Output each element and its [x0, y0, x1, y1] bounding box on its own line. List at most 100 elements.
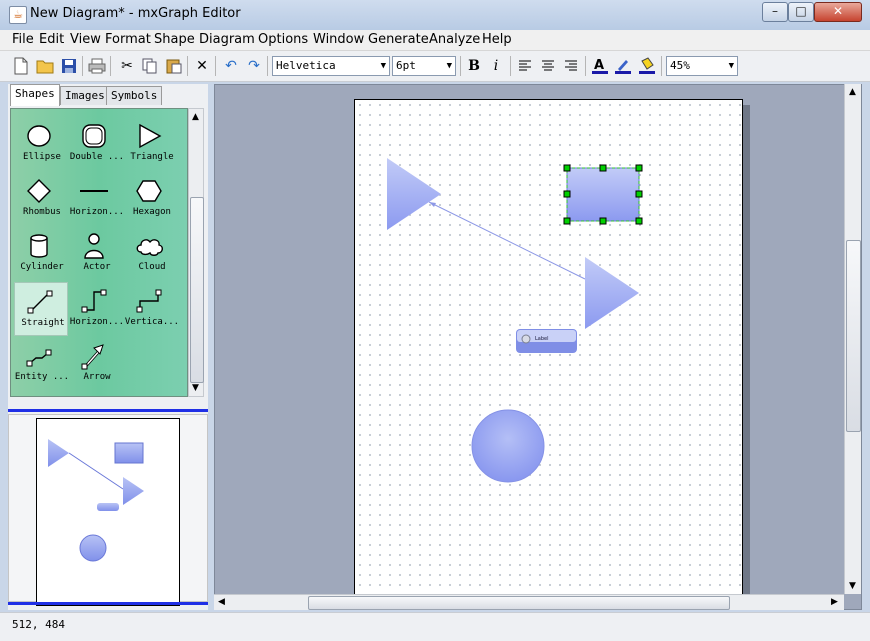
palette-straight[interactable]: Straight — [14, 282, 68, 336]
font-family-value: Helvetica — [276, 59, 336, 72]
diagram-canvas[interactable]: Label — [214, 84, 862, 610]
palette-cylinder[interactable]: Cylinder — [14, 227, 66, 279]
toolbar-separator — [187, 56, 188, 76]
undo-icon[interactable]: ↶ — [220, 55, 242, 77]
redo-icon[interactable]: ↷ — [243, 55, 265, 77]
palette-ellipse[interactable]: Ellipse — [14, 117, 66, 169]
menu-help[interactable]: Help — [482, 32, 512, 47]
connector-edge[interactable] — [428, 201, 586, 280]
canvas-horizontal-scrollbar[interactable]: ◀ ▶ — [214, 594, 844, 610]
zoom-combo[interactable]: 45% ▼ — [666, 56, 738, 76]
triangle-icon — [139, 123, 162, 149]
cylinder-icon — [30, 234, 48, 258]
font-color-icon[interactable]: A — [589, 55, 611, 77]
palette-label: Horizon... — [69, 317, 125, 327]
label-shape[interactable]: Label — [516, 329, 577, 353]
menu-generate[interactable]: Generate — [368, 32, 429, 47]
palette-label: Triangle — [130, 152, 174, 162]
palette-scrollbar[interactable]: ▲ ▼ — [188, 108, 204, 397]
maximize-button[interactable]: □ — [788, 2, 814, 22]
palette-horizontal-line[interactable]: Horizon... — [69, 172, 124, 224]
title-bar: ☕ New Diagram* - mxGraph Editor – □ ✕ — [0, 0, 870, 31]
palette-double-ellipse[interactable]: Double ... — [69, 117, 124, 169]
outline-panel[interactable] — [8, 414, 208, 606]
triangle-shape[interactable] — [387, 158, 441, 230]
palette-actor[interactable]: Actor — [69, 227, 121, 279]
align-center-icon[interactable] — [537, 55, 559, 77]
save-icon[interactable] — [58, 55, 80, 77]
palette-cloud[interactable]: Cloud — [124, 227, 176, 279]
align-left-icon[interactable] — [514, 55, 536, 77]
menu-options[interactable]: Options — [258, 32, 308, 47]
close-button[interactable]: ✕ — [814, 2, 862, 22]
gear-icon — [521, 334, 531, 344]
palette-rhombus[interactable]: Rhombus — [14, 172, 66, 224]
italic-button[interactable]: i — [485, 55, 507, 77]
vertical-scroll-thumb[interactable] — [846, 240, 861, 432]
font-size-combo[interactable]: 6pt ▼ — [392, 56, 456, 76]
ellipse-icon — [27, 125, 51, 147]
palette-label: Ellipse — [23, 152, 61, 162]
scroll-right-icon[interactable]: ▶ — [831, 597, 838, 607]
toolbar-separator — [110, 56, 111, 76]
toolbar-separator — [82, 56, 83, 76]
menu-format[interactable]: Format — [105, 32, 151, 47]
copy-icon[interactable] — [139, 55, 161, 77]
menu-file[interactable]: File — [12, 32, 34, 47]
paste-icon[interactable] — [163, 55, 185, 77]
horizontal-scroll-thumb[interactable] — [308, 596, 730, 610]
chevron-down-icon: ▼ — [446, 61, 452, 71]
print-icon[interactable] — [86, 55, 108, 77]
tab-images[interactable]: Images — [60, 86, 110, 105]
menu-diagram[interactable]: Diagram — [199, 32, 255, 47]
fill-color-icon[interactable] — [636, 55, 658, 77]
stroke-color-icon[interactable] — [612, 55, 634, 77]
palette-scroll-thumb[interactable] — [190, 197, 204, 383]
new-file-icon[interactable] — [10, 55, 32, 77]
menu-shape[interactable]: Shape — [154, 32, 195, 47]
palette-label: Straight — [21, 318, 65, 328]
menu-analyze[interactable]: Analyze — [429, 32, 480, 47]
toolbar: ✂ ✕ ↶ ↷ Helvetica ▼ 6pt ▼ B i A 45% ▼ — [0, 51, 870, 82]
double-ellipse-icon — [82, 124, 106, 148]
open-folder-icon[interactable] — [34, 55, 56, 77]
scroll-up-icon[interactable]: ▲ — [192, 112, 199, 122]
font-size-value: 6pt — [396, 59, 416, 72]
palette-hexagon[interactable]: Hexagon — [124, 172, 176, 224]
menu-edit[interactable]: Edit — [39, 32, 64, 47]
palette-arrow[interactable]: Arrow — [69, 337, 121, 389]
shape-palette: Ellipse Double ... Triangle Rhombus Hori… — [10, 108, 188, 397]
left-panel: Shapes Images Symbols Ellipse Double ...… — [8, 84, 208, 610]
menu-window[interactable]: Window — [313, 32, 364, 47]
palette-label: Cloud — [138, 262, 166, 272]
palette-triangle[interactable]: Triangle — [124, 117, 176, 169]
split-divider[interactable] — [8, 409, 208, 412]
ellipse-shape[interactable] — [471, 409, 545, 483]
palette-horizontal-connector[interactable]: Horizon... — [69, 282, 124, 334]
scroll-down-icon[interactable]: ▼ — [849, 581, 856, 591]
palette-label: Entity ... — [14, 372, 70, 382]
bold-button[interactable]: B — [463, 55, 485, 77]
palette-label: Actor — [83, 262, 111, 272]
cut-icon[interactable]: ✂ — [116, 55, 138, 77]
font-family-combo[interactable]: Helvetica ▼ — [272, 56, 390, 76]
palette-vertical-connector[interactable]: Vertica... — [124, 282, 179, 334]
triangle-shape[interactable] — [585, 257, 639, 329]
diagram-page[interactable]: Label — [354, 99, 743, 599]
palette-label: Horizon... — [69, 207, 125, 217]
toolbar-separator — [460, 56, 461, 76]
canvas-vertical-scrollbar[interactable]: ▲ ▼ — [844, 84, 861, 594]
minimize-button[interactable]: – — [762, 2, 788, 22]
scroll-down-icon[interactable]: ▼ — [192, 383, 199, 393]
rectangle-shape[interactable] — [566, 167, 640, 222]
align-right-icon[interactable] — [560, 55, 582, 77]
menu-view[interactable]: View — [70, 32, 101, 47]
scroll-up-icon[interactable]: ▲ — [849, 87, 856, 97]
entity-relation-icon — [26, 349, 52, 367]
scroll-left-icon[interactable]: ◀ — [218, 597, 225, 607]
delete-icon[interactable]: ✕ — [191, 55, 213, 77]
palette-entity-relation[interactable]: Entity ... — [14, 337, 69, 389]
tab-symbols[interactable]: Symbols — [106, 86, 163, 105]
svg-text:A: A — [594, 58, 604, 73]
tab-shapes[interactable]: Shapes — [10, 84, 60, 106]
